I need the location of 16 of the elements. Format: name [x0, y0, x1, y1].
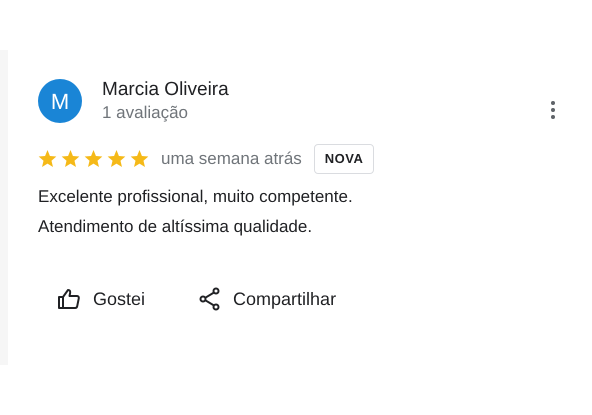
- review-time: uma semana atrás: [161, 148, 302, 170]
- star-icon: [84, 150, 103, 168]
- review-text: Excelente profissional, muito competente. Atendimento de altíssima qualidade.: [38, 186, 354, 238]
- star-icon: [61, 150, 80, 168]
- star-icon: [38, 150, 57, 168]
- more-options-icon[interactable]: [550, 98, 556, 118]
- star-icon: [107, 150, 126, 168]
- new-badge: NOVA: [314, 144, 374, 174]
- share-icon: [199, 287, 222, 311]
- avatar[interactable]: M: [38, 79, 82, 123]
- author-name[interactable]: Marcia Oliveira: [102, 78, 229, 102]
- star-icon: [130, 150, 149, 168]
- thumbs-up-icon: [57, 288, 81, 310]
- share-button[interactable]: Compartilhar: [199, 286, 336, 312]
- review-count: 1 avaliação: [102, 102, 190, 124]
- like-button[interactable]: Gostei: [57, 286, 146, 312]
